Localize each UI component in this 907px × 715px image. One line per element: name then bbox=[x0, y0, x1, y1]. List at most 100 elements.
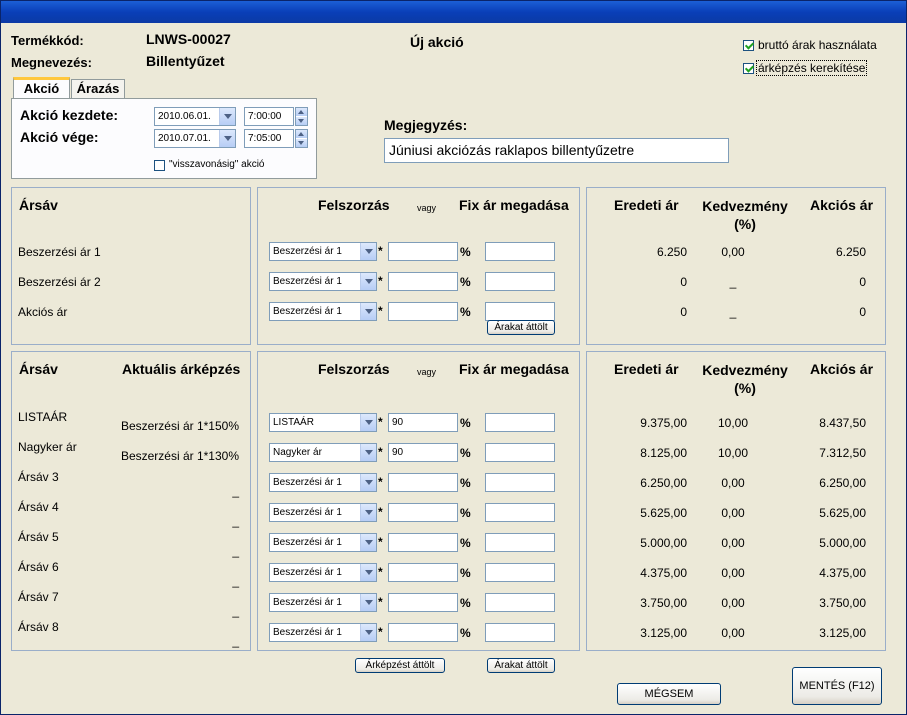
base-price-select[interactable]: Beszerzési ár 1 bbox=[269, 302, 377, 321]
multiply-sign: * bbox=[378, 244, 383, 258]
markup-input[interactable]: 90 bbox=[388, 443, 458, 462]
tab-arazas[interactable]: Árazás bbox=[71, 79, 125, 98]
tab-akcio[interactable]: Akció bbox=[13, 77, 70, 99]
until-revoked-checkbox[interactable] bbox=[154, 160, 165, 171]
row-name: Ársáv 3 bbox=[18, 470, 59, 484]
round-pricing-checkbox[interactable] bbox=[743, 63, 754, 74]
top-col-orig: Eredeti ár bbox=[614, 197, 679, 213]
cancel-button[interactable]: MÉGSEM bbox=[617, 683, 721, 705]
fix-price-input[interactable] bbox=[485, 593, 555, 612]
markup-input[interactable]: 90 bbox=[388, 413, 458, 432]
chevron-down-icon[interactable] bbox=[360, 564, 376, 581]
end-time-spinner[interactable] bbox=[295, 129, 308, 148]
chevron-down-icon[interactable] bbox=[360, 534, 376, 551]
start-time-spinner[interactable] bbox=[295, 107, 308, 126]
multiply-sign: * bbox=[378, 415, 383, 429]
row-name: Beszerzési ár 1 bbox=[18, 245, 101, 259]
markup-input[interactable] bbox=[388, 242, 458, 261]
round-pricing-label: árképzés kerekítése bbox=[756, 60, 868, 76]
chevron-down-icon[interactable] bbox=[360, 303, 376, 320]
chevron-down-icon[interactable] bbox=[360, 444, 376, 461]
start-time-input[interactable]: 7:00:00 bbox=[244, 107, 294, 126]
sale-price: 8.437,50 bbox=[819, 416, 866, 430]
percent-sign: % bbox=[460, 566, 471, 580]
end-date-picker[interactable]: 2010.07.01. bbox=[154, 129, 236, 148]
copy-pricing-button[interactable]: Árképzést áttölt bbox=[355, 658, 445, 673]
base-price-select[interactable]: Beszerzési ár 1 bbox=[269, 563, 377, 582]
fix-price-input[interactable] bbox=[485, 443, 555, 462]
base-price-select[interactable]: LISTAÁR bbox=[269, 413, 377, 432]
markup-input[interactable] bbox=[388, 473, 458, 492]
base-price-select[interactable]: Beszerzési ár 1 bbox=[269, 272, 377, 291]
until-revoked-label: "visszavonásig" akció bbox=[169, 159, 265, 170]
top-col-markup: Felszorzás bbox=[318, 197, 390, 213]
original-price: 6.250 bbox=[656, 245, 687, 259]
top-copy-prices-button[interactable]: Árakat áttölt bbox=[487, 320, 555, 335]
base-price-select[interactable]: Nagyker ár bbox=[269, 443, 377, 462]
fix-price-input[interactable] bbox=[485, 623, 555, 642]
fix-price-input[interactable] bbox=[485, 533, 555, 552]
chevron-down-icon[interactable] bbox=[219, 130, 235, 147]
bottom-col-or: vagy bbox=[417, 367, 437, 377]
sale-price: 4.375,00 bbox=[819, 566, 866, 580]
bottom-col-disc: Kedvezmény (%) bbox=[702, 362, 788, 396]
percent-sign: % bbox=[460, 275, 471, 289]
product-name-label: Megnevezés: bbox=[11, 55, 92, 70]
percent-sign: % bbox=[460, 536, 471, 550]
base-price-value: Nagyker ár bbox=[273, 447, 322, 458]
bottom-copy-prices-button[interactable]: Árakat áttölt bbox=[487, 658, 555, 673]
discount-percent: 0,00 bbox=[721, 596, 745, 610]
current-pricing: Beszerzési ár 1*150% bbox=[120, 419, 239, 433]
start-date-picker[interactable]: 2010.06.01. bbox=[154, 107, 236, 126]
markup-input[interactable] bbox=[388, 272, 458, 291]
gross-prices-checkbox[interactable] bbox=[743, 40, 754, 51]
end-time-input[interactable]: 7:05:00 bbox=[244, 129, 294, 148]
fix-price-input[interactable] bbox=[485, 473, 555, 492]
percent-sign: % bbox=[460, 626, 471, 640]
multiply-sign: * bbox=[378, 274, 383, 288]
base-price-select[interactable]: Beszerzési ár 1 bbox=[269, 533, 377, 552]
fix-price-input[interactable] bbox=[485, 272, 555, 291]
original-price: 5.000,00 bbox=[640, 536, 687, 550]
sale-price: 6.250 bbox=[835, 245, 866, 259]
fix-price-input[interactable] bbox=[485, 413, 555, 432]
fix-price-input[interactable] bbox=[485, 503, 555, 522]
chevron-down-icon[interactable] bbox=[360, 504, 376, 521]
base-price-select[interactable]: Beszerzési ár 1 bbox=[269, 242, 377, 261]
percent-sign: % bbox=[460, 596, 471, 610]
save-button[interactable]: MENTÉS (F12) bbox=[792, 667, 882, 705]
chevron-down-icon[interactable] bbox=[360, 624, 376, 641]
percent-sign: % bbox=[460, 305, 471, 319]
chevron-down-icon[interactable] bbox=[360, 273, 376, 290]
chevron-down-icon[interactable] bbox=[360, 474, 376, 491]
base-price-value: Beszerzési ár 1 bbox=[273, 537, 342, 548]
original-price: 5.625,00 bbox=[640, 506, 687, 520]
fix-price-input[interactable] bbox=[485, 563, 555, 582]
base-price-select[interactable]: Beszerzési ár 1 bbox=[269, 623, 377, 642]
markup-input[interactable] bbox=[388, 533, 458, 552]
top-col-fix: Fix ár megadása bbox=[459, 197, 569, 213]
markup-input[interactable] bbox=[388, 623, 458, 642]
fix-price-input[interactable] bbox=[485, 242, 555, 261]
markup-input[interactable] bbox=[388, 503, 458, 522]
percent-sign: % bbox=[460, 506, 471, 520]
sale-price: 3.125,00 bbox=[819, 626, 866, 640]
markup-input[interactable] bbox=[388, 563, 458, 582]
markup-input[interactable] bbox=[388, 593, 458, 612]
base-price-value: Beszerzési ár 1 bbox=[273, 276, 342, 287]
dialog-title: Új akció bbox=[410, 34, 464, 50]
markup-input[interactable] bbox=[388, 302, 458, 321]
multiply-sign: * bbox=[378, 445, 383, 459]
discount-percent: 0,00 bbox=[721, 536, 745, 550]
note-input[interactable]: Júniusi akciózás raklapos billentyűzetre bbox=[384, 138, 729, 163]
base-price-select[interactable]: Beszerzési ár 1 bbox=[269, 593, 377, 612]
chevron-down-icon[interactable] bbox=[360, 414, 376, 431]
base-price-select[interactable]: Beszerzési ár 1 bbox=[269, 503, 377, 522]
fix-price-input[interactable] bbox=[485, 302, 555, 321]
base-price-select[interactable]: Beszerzési ár 1 bbox=[269, 473, 377, 492]
chevron-down-icon[interactable] bbox=[219, 108, 235, 125]
product-code-label: Termékkód: bbox=[11, 33, 84, 48]
chevron-down-icon[interactable] bbox=[360, 594, 376, 611]
chevron-down-icon[interactable] bbox=[360, 243, 376, 260]
current-pricing: _ bbox=[232, 634, 239, 648]
